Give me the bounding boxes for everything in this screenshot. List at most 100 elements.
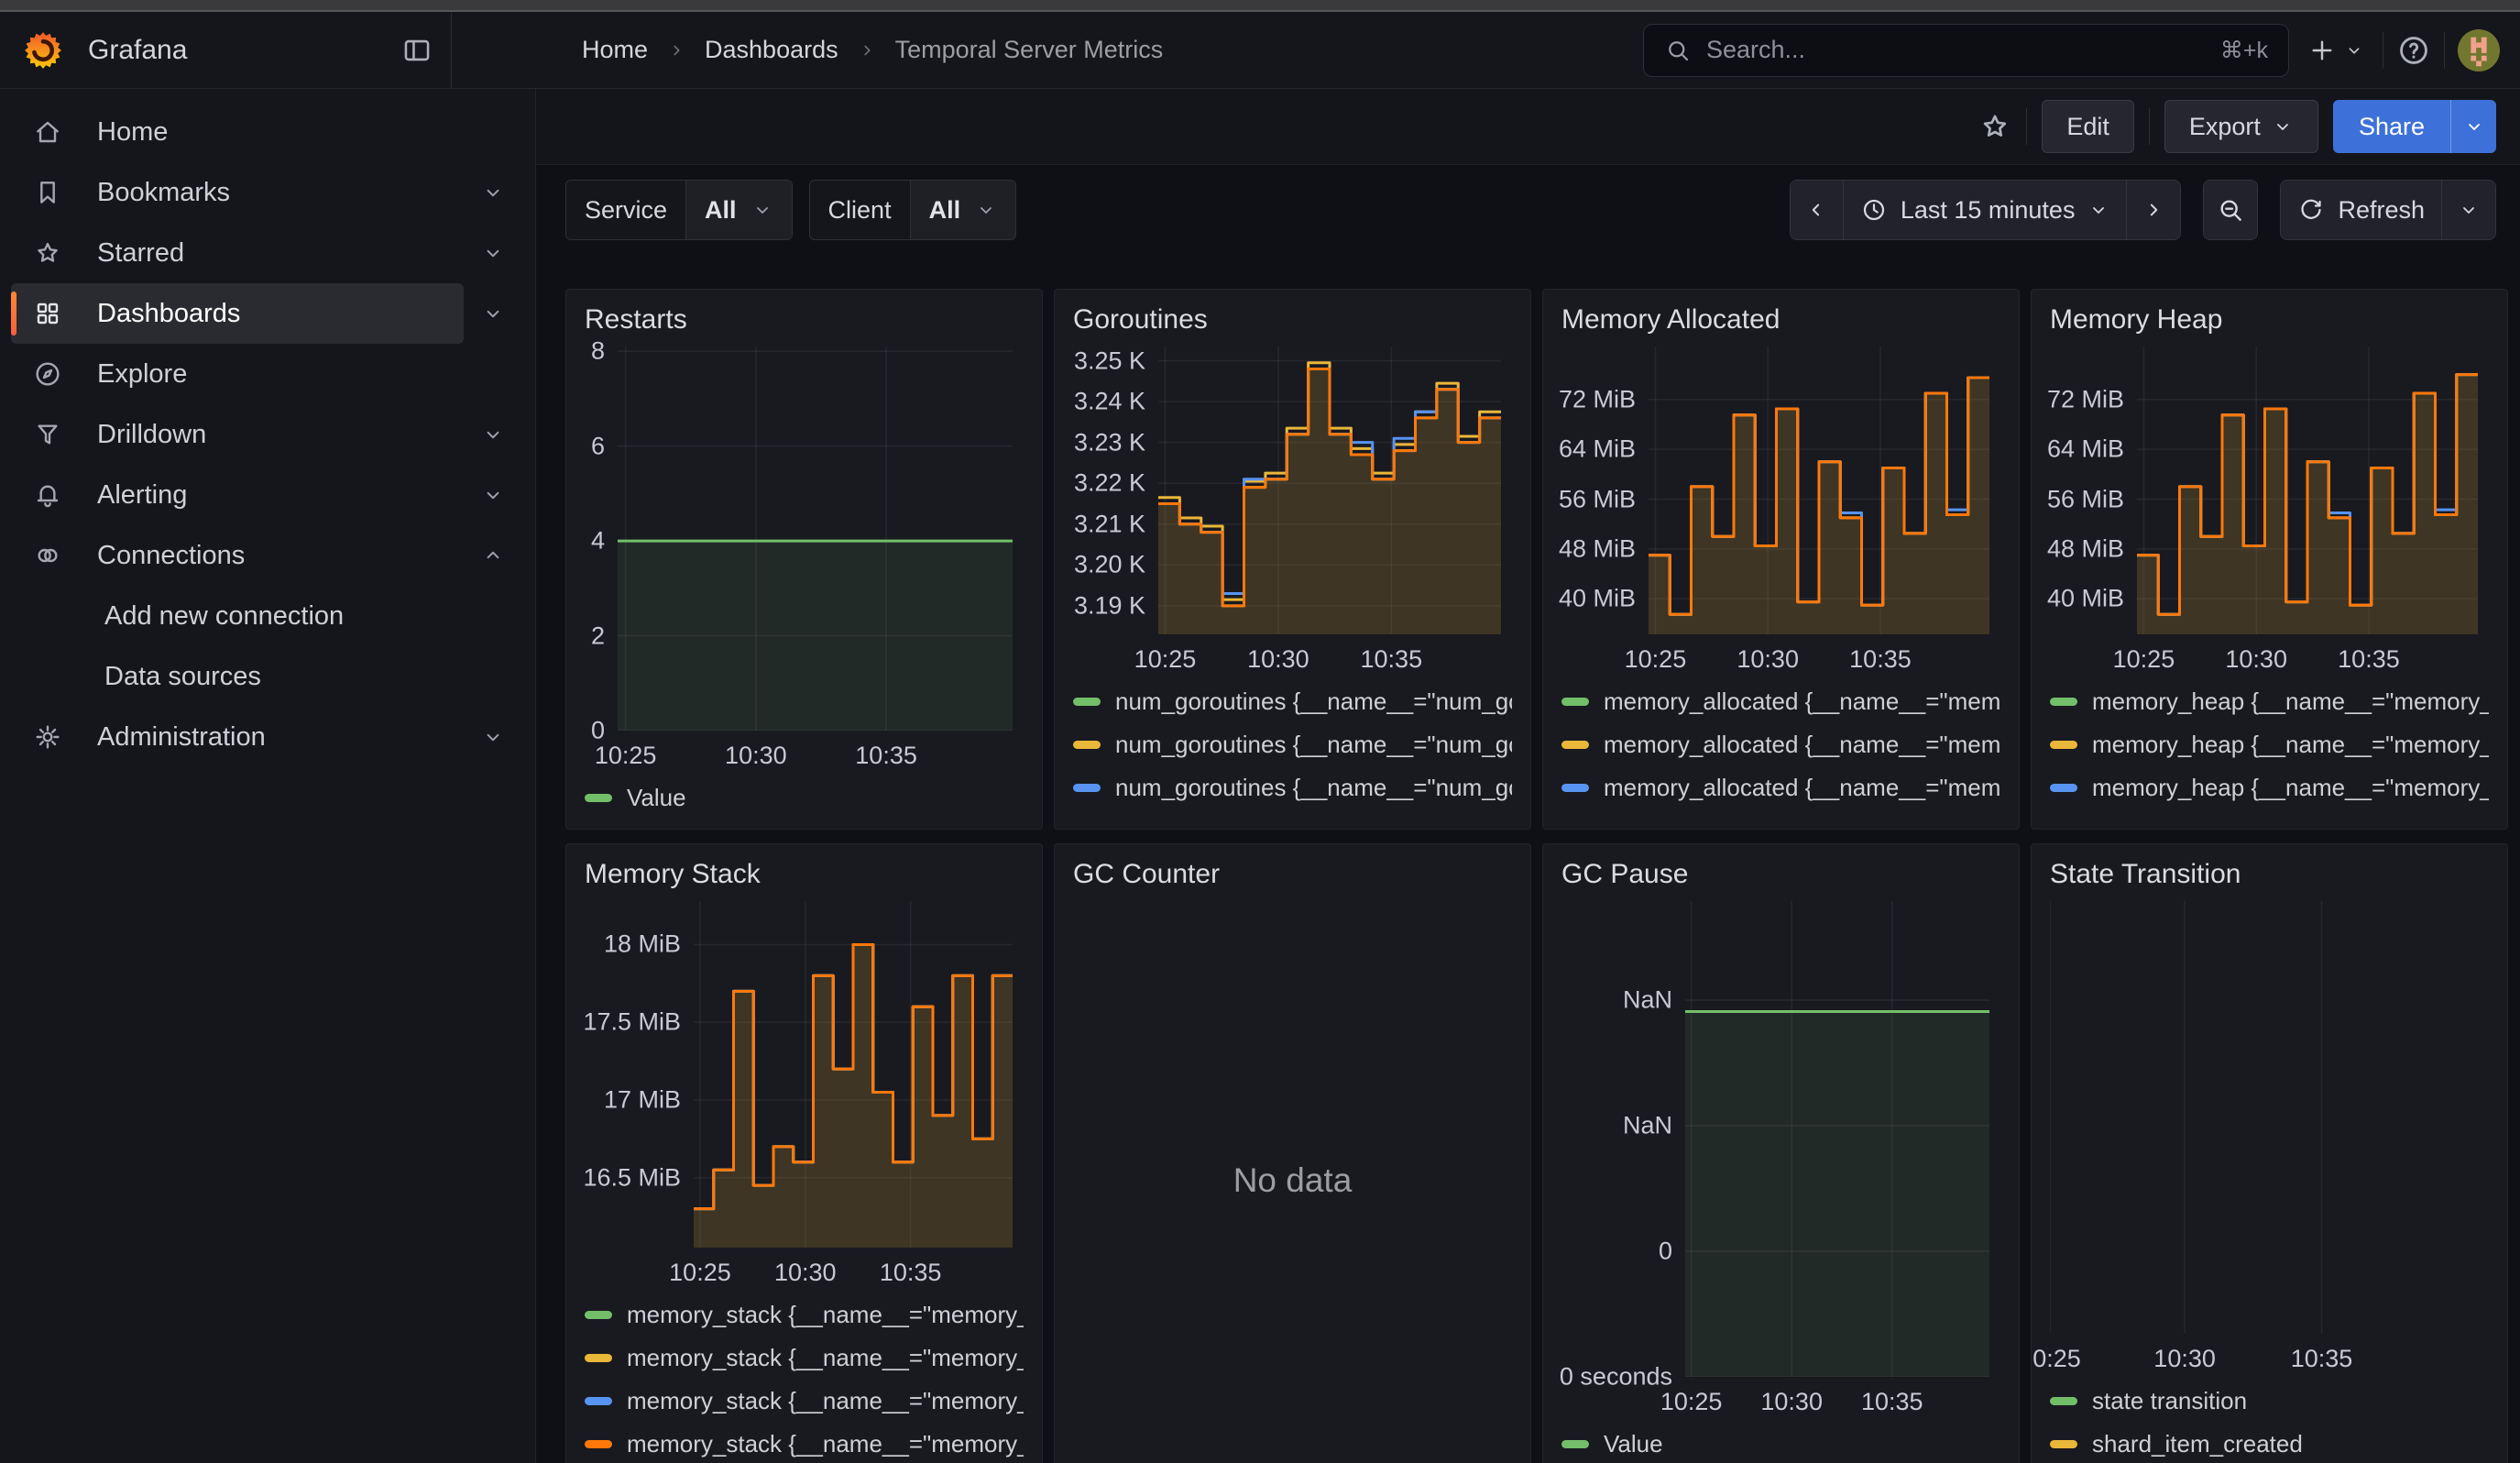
- legend-item[interactable]: memory_allocated {__name__="memo: [1561, 809, 2000, 820]
- time-shift-back-button[interactable]: [1791, 181, 1844, 239]
- plot-area[interactable]: [1649, 346, 1989, 634]
- edit-button[interactable]: Edit: [2042, 100, 2134, 153]
- share-button: Share: [2333, 100, 2496, 153]
- sidebar-expand-bookmarks[interactable]: [464, 162, 522, 223]
- share-button-main[interactable]: Share: [2333, 100, 2450, 153]
- variable-client-select[interactable]: All: [911, 181, 1016, 239]
- legend-item[interactable]: memory_allocated {__name__="memo: [1561, 723, 2000, 766]
- share-dropdown-toggle[interactable]: [2450, 100, 2496, 153]
- export-button[interactable]: Export: [2164, 100, 2318, 153]
- breadcrumb-item: Temporal Server Metrics: [895, 36, 1164, 64]
- plot-area[interactable]: [1685, 901, 1989, 1377]
- legend-item[interactable]: Value: [585, 776, 1024, 820]
- sidebar-link-bookmarks[interactable]: Bookmarks: [11, 162, 464, 223]
- breadcrumb-item[interactable]: Home: [582, 36, 648, 64]
- panel-title-goroutines[interactable]: Goroutines: [1073, 302, 1512, 341]
- legend-item[interactable]: memory_heap {__name__="memory_h: [2050, 809, 2489, 820]
- sidebar-link-explore[interactable]: Explore: [11, 344, 522, 404]
- sidebar-link-drilldown[interactable]: Drilldown: [11, 404, 464, 465]
- legend-item[interactable]: memory_stack {__name__="memory_s: [585, 1423, 1024, 1463]
- plot-area[interactable]: [618, 346, 1013, 731]
- brand-name: Grafana: [88, 35, 187, 66]
- legend-item[interactable]: shard_item_created: [2050, 1423, 2489, 1463]
- variable-service-select[interactable]: All: [686, 181, 792, 239]
- chart-canvas[interactable]: [1685, 901, 1989, 1377]
- mega-menu-toggle-button[interactable]: [401, 35, 433, 66]
- series-color-swatch: [1561, 1440, 1589, 1448]
- sidebar-item-data-sources: Data sources: [11, 646, 522, 707]
- sidebar-link-home[interactable]: Home: [11, 102, 522, 162]
- refresh-interval-toggle[interactable]: [2442, 181, 2495, 239]
- plot-area[interactable]: [2050, 901, 2478, 1334]
- chart-canvas[interactable]: [2050, 901, 2478, 1334]
- legend-item[interactable]: state transition: [2050, 1380, 2489, 1423]
- series-color-swatch: [585, 1440, 612, 1448]
- legend-item[interactable]: memory_allocated {__name__="memo: [1561, 680, 2000, 723]
- panel-restarts: Restarts0246810:2510:3010:35Value: [565, 289, 1043, 830]
- sidebar-link-add-new-connection[interactable]: Add new connection: [11, 586, 522, 646]
- sidebar-expand-starred[interactable]: [464, 223, 522, 283]
- legend-item[interactable]: memory_allocated {__name__="memo: [1561, 766, 2000, 809]
- legend-item[interactable]: memory_heap {__name__="memory_h: [2050, 723, 2489, 766]
- chart-canvas[interactable]: [1158, 346, 1501, 634]
- legend-item[interactable]: memory_heap {__name__="memory_h: [2050, 680, 2489, 723]
- search-box[interactable]: ⌘+k: [1643, 24, 2289, 77]
- chart-canvas[interactable]: [694, 901, 1013, 1248]
- breadcrumb-item[interactable]: Dashboards: [705, 36, 838, 64]
- favorite-star-button[interactable]: [1978, 110, 2011, 143]
- x-axis: 10:2510:3010:35: [694, 1251, 1013, 1288]
- y-axis-tick: 40 MiB: [1559, 585, 1636, 613]
- legend-item[interactable]: num_goroutines {__name__="num_go: [1073, 766, 1512, 809]
- legend-item[interactable]: memory_heap {__name__="memory_h: [2050, 766, 2489, 809]
- x-axis-tick: 10:30: [2225, 645, 2287, 674]
- variable-client-label: Client: [810, 181, 911, 239]
- panel-title-restarts[interactable]: Restarts: [585, 302, 1024, 341]
- panel-title-state_transition[interactable]: State Transition: [2050, 857, 2489, 896]
- legend-item[interactable]: Value: [1561, 1423, 2000, 1463]
- zoom-out-button[interactable]: [2204, 181, 2257, 239]
- sidebar-link-starred[interactable]: Starred: [11, 223, 464, 283]
- chart-canvas[interactable]: [618, 346, 1013, 731]
- sidebar-link-dashboards[interactable]: Dashboards: [11, 283, 464, 344]
- legend-item[interactable]: num_goroutines {__name__="num_go: [1073, 723, 1512, 766]
- legend-item[interactable]: num_goroutines {__name__="num_go: [1073, 680, 1512, 723]
- legend-item[interactable]: memory_stack {__name__="memory_s: [585, 1293, 1024, 1336]
- template-variables: ServiceAllClientAll: [565, 180, 1016, 240]
- help-button[interactable]: [2396, 33, 2431, 68]
- sidebar-link-connections[interactable]: Connections: [11, 525, 464, 586]
- panel-title-gc_counter[interactable]: GC Counter: [1073, 857, 1512, 896]
- legend-item[interactable]: num_goroutines {__name__="num_go: [1073, 809, 1512, 820]
- chevron-down-icon: [2344, 40, 2364, 60]
- app-header: Grafana Home Dashboards Temporal Server Me…: [0, 12, 2520, 89]
- sidebar-expand-alerting[interactable]: [464, 465, 522, 525]
- sidebar-expand-connections[interactable]: [464, 525, 522, 586]
- drilldown-icon: [33, 420, 62, 449]
- new-button[interactable]: [2302, 36, 2370, 65]
- plot-area[interactable]: [1158, 346, 1501, 634]
- avatar[interactable]: [2458, 29, 2500, 72]
- panel-title-gc_pause[interactable]: GC Pause: [1561, 857, 2000, 896]
- sidebar-link-data-sources[interactable]: Data sources: [11, 646, 522, 707]
- panel-title-memory_heap[interactable]: Memory Heap: [2050, 302, 2489, 341]
- sidebar-link-alerting[interactable]: Alerting: [11, 465, 464, 525]
- panel-title-memory_allocated[interactable]: Memory Allocated: [1561, 302, 2000, 341]
- brand[interactable]: Grafana: [22, 29, 187, 72]
- plot-area[interactable]: [694, 901, 1013, 1248]
- sidebar-expand-administration[interactable]: [464, 707, 522, 767]
- legend-item[interactable]: memory_stack {__name__="memory_s: [585, 1380, 1024, 1423]
- sidebar-expand-dashboards[interactable]: [464, 283, 522, 344]
- panel-title-memory_stack[interactable]: Memory Stack: [585, 857, 1024, 896]
- search-input[interactable]: [1706, 36, 2206, 64]
- legend-item[interactable]: memory_stack {__name__="memory_s: [585, 1336, 1024, 1380]
- chart-canvas[interactable]: [2137, 346, 2478, 634]
- plot-area[interactable]: [2137, 346, 2478, 634]
- chart-canvas[interactable]: [1649, 346, 1989, 634]
- y-axis-tick: 18 MiB: [604, 930, 681, 959]
- chart-memory_allocated: 40 MiB48 MiB56 MiB64 MiB72 MiB10:2510:30…: [1561, 346, 2000, 675]
- time-shift-forward-button[interactable]: [2127, 181, 2180, 239]
- divider: [2026, 108, 2027, 145]
- time-range-picker[interactable]: Last 15 minutes: [1844, 181, 2128, 239]
- sidebar-expand-drilldown[interactable]: [464, 404, 522, 465]
- refresh-button[interactable]: Refresh: [2281, 181, 2442, 239]
- sidebar-link-administration[interactable]: Administration: [11, 707, 464, 767]
